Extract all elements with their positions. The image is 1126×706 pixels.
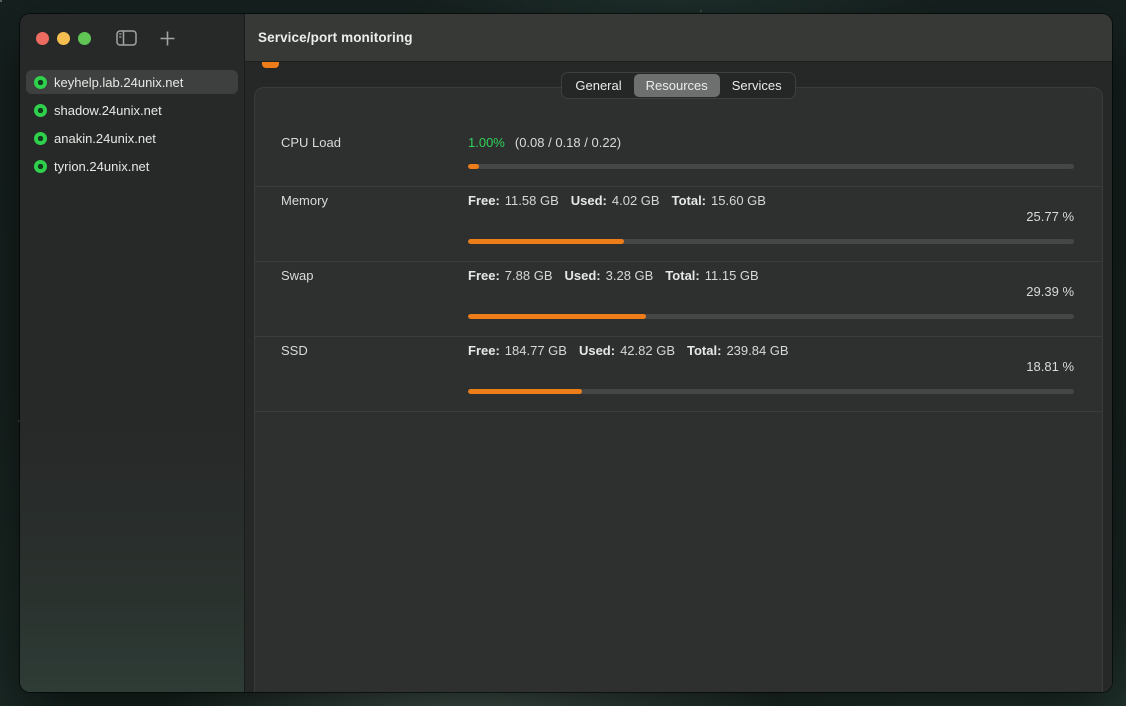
total-key: Total: (665, 268, 699, 284)
scrolled-progress-fragment (262, 62, 279, 68)
ssd-progress-bar (468, 389, 1074, 394)
memory-percent: 25.77 % (281, 209, 1074, 225)
server-label: anakin.24unix.net (54, 131, 156, 146)
sidebar-toggle-icon[interactable] (116, 30, 137, 46)
total-value: 11.15 GB (705, 268, 759, 284)
used-value: 3.28 GB (606, 268, 654, 284)
online-status-icon (34, 160, 47, 173)
ssd-percent: 18.81 % (281, 359, 1074, 375)
swap-progress-bar (468, 314, 1074, 319)
sidebar-item-keyhelp[interactable]: keyhelp.lab.24unix.net (26, 70, 238, 94)
used-value: 42.82 GB (620, 343, 675, 359)
swap-progress-fill (468, 314, 646, 319)
segmented-control: General Resources Services (561, 72, 795, 99)
swap-row: Swap Free: 7.88 GB Used: 3.28 GB Total: … (255, 262, 1102, 337)
sidebar: keyhelp.lab.24unix.net shadow.24unix.net… (20, 14, 245, 692)
window-titlebar: Service/port monitoring (245, 14, 1112, 62)
resource-rows: CPU Load 1.00% (0.08 / 0.18 / 0.22) (255, 88, 1102, 692)
total-key: Total: (672, 193, 706, 209)
tab-general[interactable]: General (563, 74, 633, 97)
fullscreen-button[interactable] (78, 32, 91, 45)
ssd-row: SSD Free: 184.77 GB Used: 42.82 GB Total… (255, 337, 1102, 412)
memory-label: Memory (281, 193, 468, 209)
ssd-progress-fill (468, 389, 582, 394)
server-label: shadow.24unix.net (54, 103, 162, 118)
free-key: Free: (468, 193, 500, 209)
sidebar-item-tyrion[interactable]: tyrion.24unix.net (26, 154, 238, 178)
free-value: 11.58 GB (505, 193, 559, 209)
cpu-load-row: CPU Load 1.00% (0.08 / 0.18 / 0.22) (255, 88, 1102, 187)
swap-percent: 29.39 % (281, 284, 1074, 300)
total-key: Total: (687, 343, 721, 359)
total-value: 15.60 GB (711, 193, 766, 209)
total-value: 239.84 GB (726, 343, 788, 359)
app-window: keyhelp.lab.24unix.net shadow.24unix.net… (20, 14, 1112, 692)
resources-card: CPU Load 1.00% (0.08 / 0.18 / 0.22) (254, 87, 1103, 692)
used-key: Used: (565, 268, 601, 284)
used-value: 4.02 GB (612, 193, 660, 209)
used-key: Used: (579, 343, 615, 359)
sidebar-item-shadow[interactable]: shadow.24unix.net (26, 98, 238, 122)
cpu-progress-fill (468, 164, 479, 169)
add-server-button[interactable] (159, 30, 176, 47)
tab-resources[interactable]: Resources (634, 74, 720, 97)
free-value: 7.88 GB (505, 268, 553, 284)
used-key: Used: (571, 193, 607, 209)
online-status-icon (34, 76, 47, 89)
free-key: Free: (468, 268, 500, 284)
window-title: Service/port monitoring (258, 30, 413, 45)
close-button[interactable] (36, 32, 49, 45)
minimize-button[interactable] (57, 32, 70, 45)
main-panel: Service/port monitoring CPU Load 1.00% (… (245, 14, 1112, 692)
sidebar-item-anakin[interactable]: anakin.24unix.net (26, 126, 238, 150)
swap-label: Swap (281, 268, 468, 284)
free-value: 184.77 GB (505, 343, 567, 359)
server-label: keyhelp.lab.24unix.net (54, 75, 183, 90)
server-list: keyhelp.lab.24unix.net shadow.24unix.net… (20, 62, 244, 178)
free-key: Free: (468, 343, 500, 359)
memory-row: Memory Free: 11.58 GB Used: 4.02 GB Tota… (255, 187, 1102, 262)
tab-services[interactable]: Services (720, 74, 794, 97)
online-status-icon (34, 104, 47, 117)
tab-bar: General Resources Services (245, 72, 1112, 99)
monitoring-content[interactable]: CPU Load 1.00% (0.08 / 0.18 / 0.22) (245, 62, 1112, 692)
cpu-load-label: CPU Load (281, 135, 468, 151)
cpu-load-value: 1.00% (468, 135, 505, 151)
memory-progress-bar (468, 239, 1074, 244)
ssd-label: SSD (281, 343, 468, 359)
online-status-icon (34, 132, 47, 145)
traffic-lights (36, 32, 91, 45)
memory-progress-fill (468, 239, 624, 244)
cpu-progress-bar (468, 164, 1074, 169)
server-label: tyrion.24unix.net (54, 159, 149, 174)
cpu-load-averages: (0.08 / 0.18 / 0.22) (515, 135, 621, 151)
desktop-wallpaper: keyhelp.lab.24unix.net shadow.24unix.net… (0, 0, 1126, 706)
sidebar-toolbar (20, 14, 244, 62)
